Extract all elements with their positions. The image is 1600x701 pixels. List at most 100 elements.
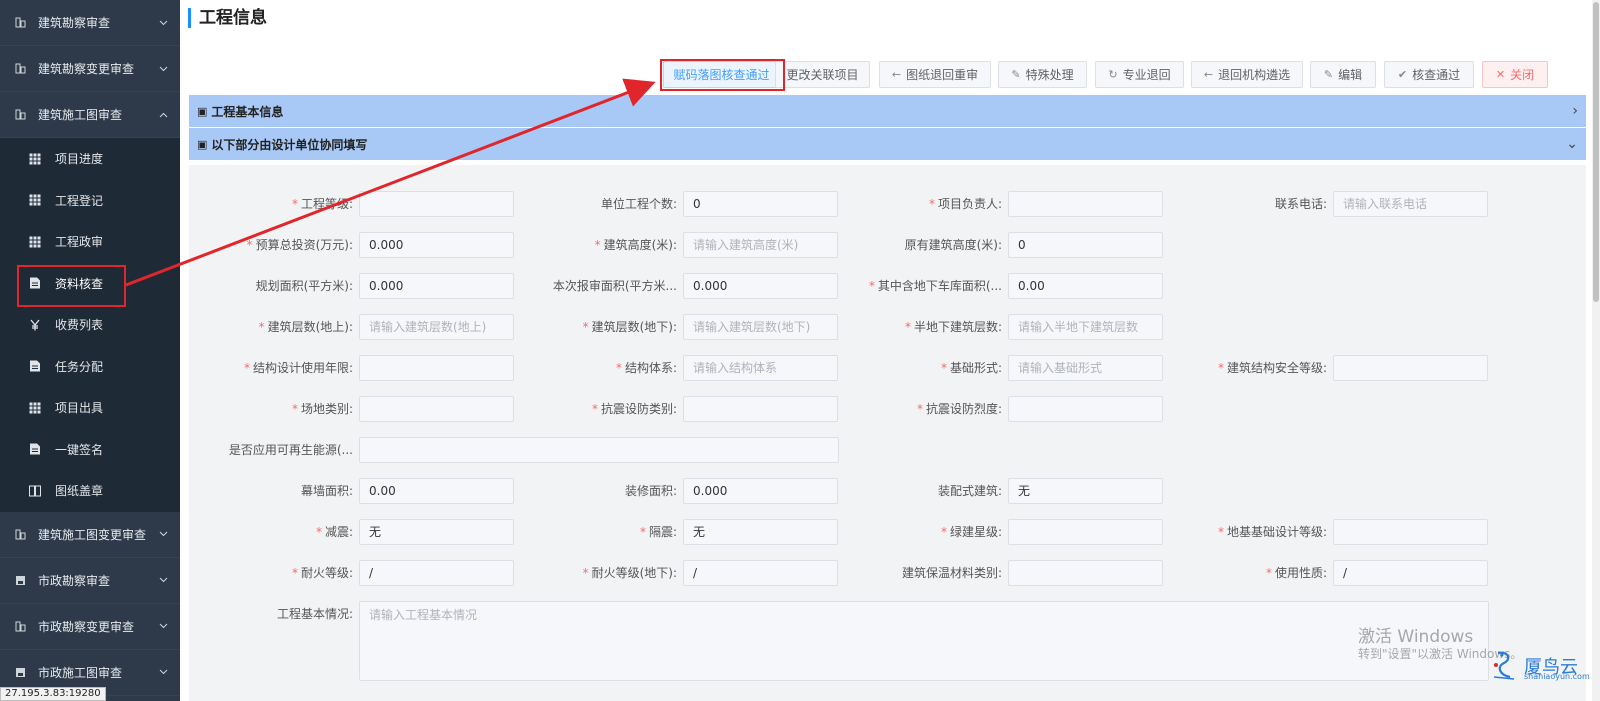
form-input[interactable] xyxy=(359,437,839,463)
form-input[interactable] xyxy=(683,396,838,422)
page-scrollbar[interactable] xyxy=(1592,0,1600,701)
form-input[interactable]: / xyxy=(1333,560,1488,586)
toolbar-button[interactable]: ← 退回机构遴选 xyxy=(1191,61,1303,88)
field-label-text: 工程等级: xyxy=(300,197,353,211)
required-mark: * xyxy=(246,238,253,252)
form-input[interactable]: 0.00 xyxy=(1008,273,1163,299)
sidebar-item[interactable]: 工程政审 xyxy=(0,221,180,263)
form-input[interactable] xyxy=(1333,519,1488,545)
required-mark: * xyxy=(591,402,598,416)
sidebar-group[interactable]: 建筑勘察变更审查 xyxy=(0,46,180,92)
sidebar-item[interactable]: 项目出具 xyxy=(0,387,180,429)
sidebar-group[interactable]: 建筑施工图审查 xyxy=(0,92,180,138)
form-input[interactable]: 请输入基础形式 xyxy=(1008,355,1163,381)
form-input[interactable]: 请输入结构体系 xyxy=(683,355,838,381)
form-input[interactable] xyxy=(359,396,514,422)
field-label: * 隔震: xyxy=(640,519,677,545)
form-input[interactable]: / xyxy=(359,560,514,586)
form-input[interactable]: 0.00 xyxy=(359,478,514,504)
toolbar-button[interactable]: ✕ 关闭 xyxy=(1482,61,1548,88)
toolbar-button-label: 图纸退回重审 xyxy=(906,68,979,82)
form-input[interactable]: / xyxy=(683,560,838,586)
form-input[interactable]: 0.000 xyxy=(683,273,838,299)
form-input[interactable] xyxy=(359,355,514,381)
toolbar-button[interactable]: ✎ 特殊处理 xyxy=(998,61,1087,88)
form-input[interactable]: 请输入联系电话 xyxy=(1333,191,1488,217)
field-label-text: 建筑结构安全等级: xyxy=(1226,361,1327,375)
field-label: * 建筑层数(地下): xyxy=(583,314,677,340)
form-input[interactable]: 0.000 xyxy=(683,478,838,504)
field-label: * 建筑高度(米): xyxy=(595,232,677,258)
field-label-text: 建筑高度(米): xyxy=(603,238,677,252)
required-mark: * xyxy=(868,279,875,293)
sidebar-item[interactable]: 工程登记 xyxy=(0,180,180,222)
grid-icon xyxy=(14,63,26,75)
field-label: * 绿建星级: xyxy=(941,519,1002,545)
toolbar-button[interactable]: ← 图纸退回重审 xyxy=(879,61,991,88)
form-input[interactable]: 请输入建筑高度(米) xyxy=(683,232,838,258)
form-input[interactable]: 0 xyxy=(1008,232,1163,258)
save-icon xyxy=(14,574,26,586)
sidebar-group-label: 建筑勘察变更审查 xyxy=(38,62,135,76)
form-input[interactable]: 0.000 xyxy=(359,232,514,258)
required-mark: * xyxy=(291,197,298,211)
panel-design-info[interactable]: ▣ 以下部分由设计单位协同填写 ⌄ xyxy=(189,128,1586,160)
field-label-text: 项目负责人: xyxy=(937,197,1002,211)
sidebar-item[interactable]: 项目进度 xyxy=(0,138,180,180)
field-label: * 耐火等级(地下): xyxy=(583,560,677,586)
form-input[interactable]: 0.000 xyxy=(359,273,514,299)
form-input[interactable]: 无 xyxy=(683,519,838,545)
chevron-up-icon xyxy=(158,110,168,120)
toolbar-button[interactable]: ↻ 专业退回 xyxy=(1095,61,1184,88)
form-input[interactable]: 无 xyxy=(1008,478,1163,504)
save-icon xyxy=(14,666,26,678)
chevron-down-icon xyxy=(158,575,168,585)
toolbar-button-icon: ✕ xyxy=(1495,68,1506,81)
form-input[interactable]: 请输入半地下建筑层数 xyxy=(1008,314,1163,340)
toolbar-button[interactable]: ✎ 编辑 xyxy=(1310,61,1376,88)
sidebar-item[interactable]: 一键签名 xyxy=(0,429,180,471)
form-input[interactable] xyxy=(1008,560,1163,586)
sidebar-group[interactable]: 建筑勘察审查 xyxy=(0,0,180,46)
highlight-box-button xyxy=(660,59,785,91)
sidebar-item[interactable]: 收费列表 xyxy=(0,304,180,346)
document-icon xyxy=(29,443,41,455)
form-input[interactable] xyxy=(1008,191,1163,217)
sidebar-item[interactable]: 任务分配 xyxy=(0,346,180,388)
toolbar-button[interactable]: 更改关联项目 xyxy=(775,61,870,88)
form-input[interactable] xyxy=(1008,396,1163,422)
form-input[interactable]: 请输入建筑层数(地下) xyxy=(683,314,838,340)
project-overview-textarea[interactable]: 请输入工程基本情况 xyxy=(359,601,1489,681)
field-label: * 项目负责人: xyxy=(929,191,1002,217)
form-input[interactable] xyxy=(1333,355,1488,381)
sidebar-group[interactable]: 市政勘察变更审查 xyxy=(0,604,180,650)
panel-basic-info[interactable]: ▣ 工程基本信息 › xyxy=(189,95,1586,127)
windows-activation-watermark: 激活 Windows xyxy=(1358,627,1474,647)
form-input[interactable]: 请输入建筑层数(地上) xyxy=(359,314,514,340)
field-label: * 建筑层数(地上): xyxy=(259,314,353,340)
scrollbar-thumb[interactable] xyxy=(1593,2,1599,302)
sidebar-item-label: 项目进度 xyxy=(55,152,104,167)
main-content: 工程信息 赋码落图核查通过 更改关联项目 ← 图纸退回重审 ✎ 特殊处理 ↻ 专业退回… xyxy=(180,0,1600,701)
field-label: * 半地下建筑层数: xyxy=(905,314,1002,340)
chevron-down-icon xyxy=(158,621,168,631)
field-label: 原有建筑高度(米): xyxy=(905,232,1002,258)
sidebar-item[interactable]: 图纸盖章 xyxy=(0,470,180,512)
form-input[interactable]: 0 xyxy=(683,191,838,217)
form-input[interactable]: 无 xyxy=(359,519,514,545)
toolbar-button[interactable]: ✔ 核查通过 xyxy=(1384,61,1474,88)
chevron-down-icon[interactable]: ⌄ xyxy=(1566,136,1578,152)
field-label-text: 单位工程个数: xyxy=(600,197,677,211)
chevron-right-icon[interactable]: › xyxy=(1572,103,1578,119)
form-input[interactable] xyxy=(359,191,514,217)
field-label-text: 其中含地下车库面积(... xyxy=(877,279,1002,293)
required-mark: * xyxy=(582,320,589,334)
field-label-text: 本次报审面积(平方米... xyxy=(552,279,677,293)
sidebar-group[interactable]: 市政勘察审查 xyxy=(0,558,180,604)
sidebar-group[interactable]: 建筑施工图变更审查 xyxy=(0,512,180,558)
field-label-text: 隔震: xyxy=(648,525,677,539)
form-input[interactable] xyxy=(1008,519,1163,545)
field-label: * 抗震设防类别: xyxy=(592,396,677,422)
sidebar: 建筑勘察审查 建筑勘察变更审查 建筑施工图审查 项目进度 工程登记 工程政审 资… xyxy=(0,0,180,701)
sidebar-item-label: 收费列表 xyxy=(55,318,104,333)
